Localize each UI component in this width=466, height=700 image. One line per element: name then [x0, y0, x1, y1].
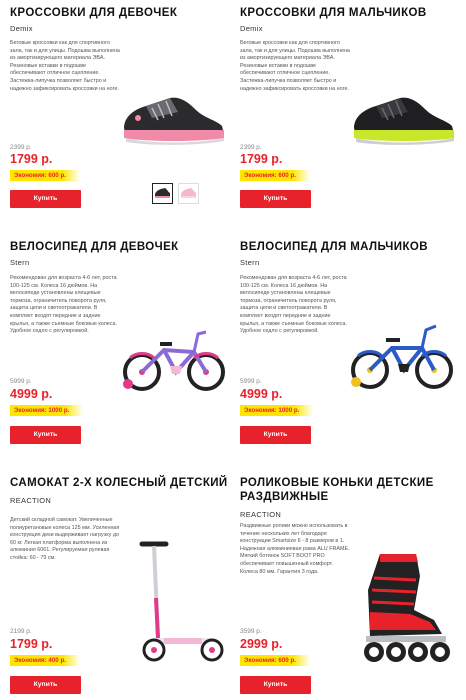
boys-bike-image[interactable]	[348, 318, 460, 394]
current-price: 2999 р.	[240, 637, 283, 651]
boys-sneaker-image[interactable]	[348, 88, 460, 148]
product-title: КРОССОВКИ ДЛЯ ДЕВОЧЕК	[10, 7, 178, 19]
sneaker-icon	[155, 188, 170, 198]
product-brand: Stern	[10, 258, 30, 267]
product-description: Раздвижные ролики можно использовать в т…	[240, 523, 350, 575]
current-price: 1799 р.	[240, 152, 283, 166]
savings-badge: Экономия: 600 р.	[10, 170, 80, 181]
product-description: Беговые кроссовки как для спортивного за…	[240, 40, 350, 92]
product-title: КРОССОВКИ ДЛЯ МАЛЬЧИКОВ	[240, 7, 427, 19]
product-description: Рекомендован для возраста 4-6 лет, роста…	[240, 275, 347, 335]
buy-button[interactable]: Купить	[10, 190, 81, 208]
current-price: 4999 р.	[10, 387, 53, 401]
product-brand: Demix	[240, 24, 263, 33]
old-price: 2399 р.	[10, 144, 32, 151]
buy-button[interactable]: Купить	[240, 190, 311, 208]
product-description: Рекомендован для возраста 4-6 лет, роста…	[10, 275, 117, 335]
sneaker-icon	[181, 188, 196, 198]
buy-button[interactable]: Купить	[10, 676, 81, 694]
savings-badge: Экономия: 1000 р.	[10, 405, 84, 416]
product-card: КРОССОВКИ ДЛЯ ДЕВОЧЕК Demix	[10, 6, 235, 33]
buy-button[interactable]: Купить	[240, 426, 311, 444]
old-price: 2199 р.	[10, 628, 32, 635]
inline-skates-image[interactable]	[350, 550, 454, 670]
current-price: 1799 р.	[10, 152, 53, 166]
product-card: ВЕЛОСИПЕД ДЛЯ МАЛЬЧИКОВ Stern	[240, 240, 465, 267]
girls-bike-image[interactable]	[120, 322, 232, 394]
savings-badge: Экономия: 600 р.	[240, 655, 310, 666]
product-card: ВЕЛОСИПЕД ДЛЯ ДЕВОЧЕК Stern	[10, 240, 235, 267]
old-price: 2399 р.	[240, 144, 262, 151]
old-price: 3599 р.	[240, 628, 262, 635]
product-title: ВЕЛОСИПЕД ДЛЯ МАЛЬЧИКОВ	[240, 241, 428, 253]
product-brand: Demix	[10, 24, 33, 33]
old-price: 5999 р.	[240, 378, 262, 385]
buy-button[interactable]: Купить	[10, 426, 81, 444]
pink-sneaker-thumbnail[interactable]	[178, 183, 199, 204]
scooter-image[interactable]	[128, 538, 228, 668]
product-brand: REACTION	[240, 510, 282, 519]
buy-button[interactable]: Купить	[240, 676, 311, 694]
product-title: САМОКАТ 2-Х КОЛЕСНЫЙ ДЕТСКИЙ	[10, 477, 228, 489]
product-brand: REACTION	[10, 496, 52, 505]
dark-sneaker-thumbnail[interactable]	[152, 183, 173, 204]
current-price: 4999 р.	[240, 387, 283, 401]
product-brand: Stern	[240, 258, 260, 267]
product-description: Детский складной самокат. Увеличенные по…	[10, 517, 120, 561]
savings-badge: Экономия: 600 р.	[240, 170, 310, 181]
old-price: 5999 р.	[10, 378, 32, 385]
product-description: Беговые кроссовки как для спортивного за…	[10, 40, 120, 92]
product-card: РОЛИКОВЫЕ КОНЬКИ ДЕТСКИЕ РАЗДВИЖНЫЕ REAC…	[240, 476, 465, 519]
savings-badge: Экономия: 400 р.	[10, 655, 80, 666]
product-title: РОЛИКОВЫЕ КОНЬКИ ДЕТСКИЕ РАЗДВИЖНЫЕ	[240, 477, 434, 503]
current-price: 1799 р.	[10, 637, 53, 651]
girls-sneaker-image[interactable]	[118, 88, 230, 148]
product-title: ВЕЛОСИПЕД ДЛЯ ДЕВОЧЕК	[10, 241, 179, 253]
product-card: САМОКАТ 2-Х КОЛЕСНЫЙ ДЕТСКИЙ REACTION	[10, 476, 235, 505]
product-card: КРОССОВКИ ДЛЯ МАЛЬЧИКОВ Demix	[240, 6, 465, 33]
savings-badge: Экономия: 1000 р.	[240, 405, 314, 416]
